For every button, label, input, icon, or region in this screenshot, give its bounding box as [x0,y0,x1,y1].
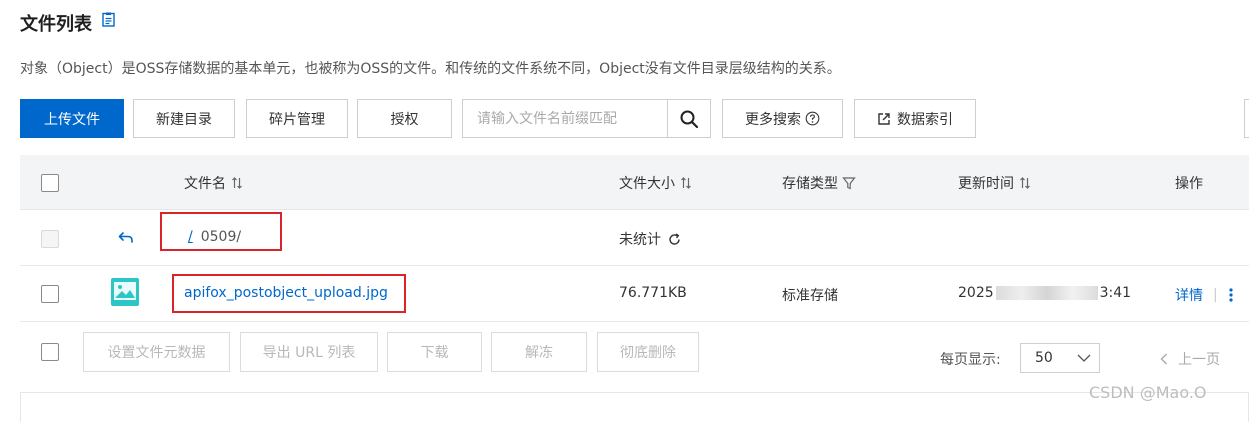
per-page-value: 50 [1035,350,1053,366]
header-storage[interactable]: 存储类型 [782,173,856,193]
prev-page-button[interactable]: 上一页 [1160,349,1220,369]
sort-icon[interactable] [679,176,693,190]
data-index-button[interactable]: 数据索引 [854,99,976,138]
updated-time-start: 2025 [958,285,994,301]
size-cell: 未统计 [619,229,682,249]
detail-link[interactable]: 详情 [1175,285,1203,305]
prev-page-label: 上一页 [1178,352,1220,368]
header-updated-label: 更新时间 [958,176,1014,192]
permanent-delete-button[interactable]: 彻底删除 [597,332,699,372]
actions-cell: 详情 | [1175,285,1234,305]
row-checkbox [41,230,59,248]
content-panel [20,392,1249,422]
size-cell: 76.771KB [619,285,687,301]
page-description: 对象（Object）是OSS存储数据的基本单元，也被称为OSS的文件。和传统的文… [20,61,841,77]
more-vertical-icon[interactable] [1228,287,1234,303]
data-index-label: 数据索引 [897,111,953,128]
per-page-select[interactable]: 50 [1020,343,1100,373]
more-search-button[interactable]: 更多搜索 [722,99,843,138]
page-title: 文件列表 [20,14,92,35]
row-checkbox[interactable] [41,285,59,303]
select-all-checkbox[interactable] [41,174,59,192]
document-icon[interactable] [102,12,115,27]
new-directory-button[interactable]: 新建目录 [133,99,235,138]
header-name-label: 文件名 [184,176,226,192]
redacted-mask [995,286,1098,300]
chevron-down-icon [1077,354,1091,362]
upload-file-button[interactable]: 上传文件 [20,99,124,138]
updated-cell: 2025 3:41 [958,285,1131,301]
search-button[interactable] [667,100,710,137]
set-metadata-button[interactable]: 设置文件元数据 [83,332,230,372]
unfreeze-button[interactable]: 解冻 [491,332,587,372]
search-box [462,99,711,138]
divider: | [1213,287,1218,303]
download-button[interactable]: 下载 [387,332,482,372]
sort-icon[interactable] [230,176,244,190]
header-size-label: 文件大小 [619,176,675,192]
header-size[interactable]: 文件大小 [619,173,693,193]
chevron-left-icon [1160,353,1167,365]
fragment-management-button[interactable]: 碎片管理 [246,99,348,138]
export-url-list-button[interactable]: 导出 URL 列表 [240,332,378,372]
footer-select-all-checkbox[interactable] [41,343,59,361]
external-link-icon [878,112,890,125]
header-updated[interactable]: 更新时间 [958,173,1032,193]
watermark: CSDN @Mao.O [1089,383,1207,402]
size-value: 未统计 [619,232,661,248]
search-input[interactable] [463,100,682,137]
image-file-icon [111,278,139,306]
updated-time-end: 3:41 [1099,285,1132,301]
back-arrow-icon[interactable] [117,229,135,247]
search-icon [680,110,699,128]
toolbar-overflow-button[interactable] [1244,99,1249,138]
help-circle-icon [805,111,820,126]
header-storage-label: 存储类型 [782,176,838,192]
filter-icon[interactable] [842,176,856,190]
storage-cell: 标准存储 [782,288,838,304]
table-header: 文件名 文件大小 存储类型 更新时间 操作 [20,155,1249,210]
highlight-box [160,212,282,251]
more-search-label: 更多搜索 [745,111,801,128]
per-page-label: 每页显示: [940,352,1001,368]
header-actions: 操作 [1175,176,1203,192]
refresh-icon[interactable] [667,232,682,247]
header-name[interactable]: 文件名 [184,173,244,193]
sort-icon[interactable] [1018,176,1032,190]
highlight-box [172,274,406,313]
authorize-button[interactable]: 授权 [357,99,452,138]
